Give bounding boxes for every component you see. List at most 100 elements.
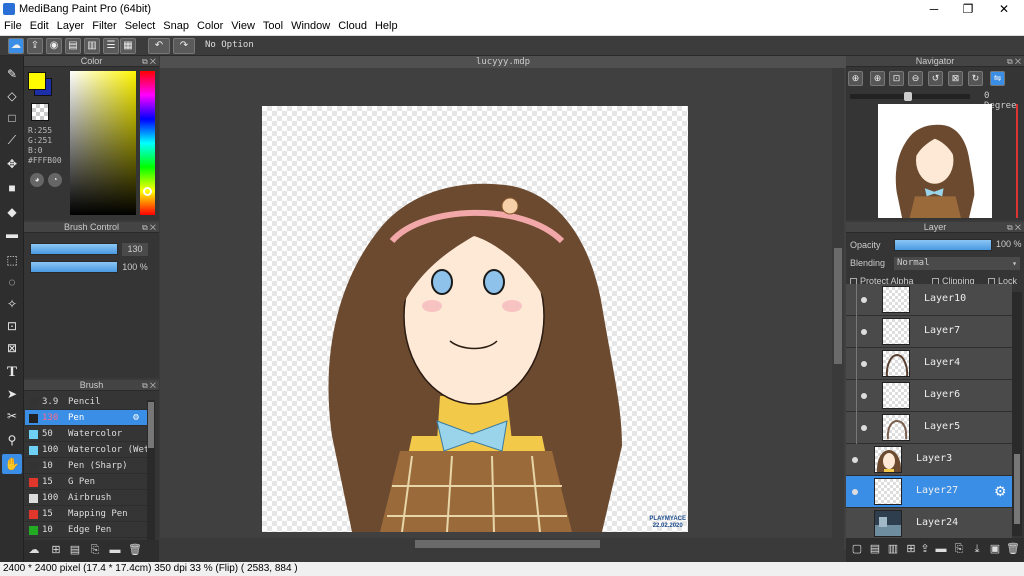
- brush-scroll-thumb[interactable]: [148, 402, 154, 448]
- add-brush-icon[interactable]: ⊞: [49, 543, 63, 557]
- message-icon[interactable]: ▤: [65, 38, 81, 54]
- layer-scroll-thumb[interactable]: [1014, 454, 1020, 524]
- hand-tool-icon[interactable]: ✋: [2, 454, 22, 474]
- duplicate-brush-icon[interactable]: ⎘: [88, 543, 102, 557]
- visibility-eye-icon[interactable]: [852, 457, 858, 463]
- menu-select[interactable]: Select: [121, 18, 160, 34]
- zoom-out-icon[interactable]: ⊖: [908, 71, 923, 86]
- color-palette-icon[interactable]: ◕: [30, 173, 44, 187]
- add-layer-icon[interactable]: ⊞: [904, 542, 918, 557]
- grid-icon[interactable]: ▦: [120, 38, 136, 54]
- close-button[interactable]: ✕: [986, 0, 1022, 18]
- panel-close-icon[interactable]: ⧉ ✕: [142, 222, 156, 233]
- gradient-tool-icon[interactable]: ▬: [2, 224, 22, 244]
- layer-row-layer24[interactable]: Layer24: [846, 508, 1012, 540]
- layer-row-layer6[interactable]: Layer6: [846, 380, 1012, 412]
- transparent-color-swatch[interactable]: [31, 103, 49, 121]
- delete-brush-icon[interactable]: 🗑: [128, 543, 142, 557]
- visibility-eye-icon[interactable]: [861, 329, 867, 335]
- brush-item[interactable]: 3.9 Pencil: [25, 394, 147, 410]
- menu-help[interactable]: Help: [371, 18, 402, 34]
- navigator-preview[interactable]: [878, 104, 992, 218]
- operation-tool-icon[interactable]: ➤: [2, 384, 22, 404]
- brush-item[interactable]: 15 Mapping Pen: [25, 506, 147, 522]
- layer-row-layer27[interactable]: Layer27 ⚙: [846, 476, 1012, 508]
- menu-edit[interactable]: Edit: [26, 18, 53, 34]
- brush-tool-icon[interactable]: ✎: [2, 64, 22, 84]
- menu-cloud[interactable]: Cloud: [334, 18, 371, 34]
- undo-button[interactable]: ↶: [148, 38, 170, 54]
- brush-item[interactable]: 10 Pen (Sharp): [25, 458, 147, 474]
- saturation-value-picker[interactable]: [70, 71, 136, 215]
- blending-mode-select[interactable]: Normal ▾: [894, 257, 1020, 270]
- visibility-eye-icon[interactable]: [861, 425, 867, 431]
- zoom-in-alt-icon[interactable]: ⊕: [870, 71, 885, 86]
- brush-opacity-slider[interactable]: [30, 261, 118, 273]
- hue-slider-knob[interactable]: [143, 187, 152, 196]
- menu-view[interactable]: View: [227, 18, 259, 34]
- layer-properties-icon[interactable]: ▣: [988, 542, 1002, 557]
- fill-shape-tool-icon[interactable]: ■: [2, 178, 22, 198]
- canvas-area[interactable]: PLAYMYACE 22.02.2020: [160, 68, 846, 550]
- divide-tool-icon[interactable]: ✂: [2, 406, 22, 426]
- move-tool-icon[interactable]: ✥: [2, 154, 22, 174]
- layer-settings-gear-icon[interactable]: ⚙: [994, 483, 1007, 500]
- cloud-icon[interactable]: ☁: [8, 38, 24, 54]
- brush-settings-icon[interactable]: ▤: [68, 543, 82, 557]
- comment-icon[interactable]: ◉: [46, 38, 62, 54]
- select-eraser-tool-icon[interactable]: ⊠: [2, 338, 22, 358]
- new-halftone-layer-icon[interactable]: ▤: [868, 542, 882, 557]
- actual-size-icon[interactable]: ⊠: [948, 71, 963, 86]
- layer-row-layer5[interactable]: Layer5: [846, 412, 1012, 444]
- list-icon[interactable]: ☰: [103, 38, 119, 54]
- flip-horizontal-icon[interactable]: ⇋: [990, 71, 1005, 86]
- visibility-eye-icon[interactable]: [861, 361, 867, 367]
- zoom-in-icon[interactable]: ⊕: [848, 71, 863, 86]
- layer-row-layer3[interactable]: Layer3: [846, 444, 1012, 476]
- layer-opacity-slider[interactable]: [894, 239, 992, 251]
- select-tool-icon[interactable]: ⬚: [2, 250, 22, 270]
- menu-layer[interactable]: Layer: [53, 18, 89, 34]
- line-tool-icon[interactable]: ⟋: [2, 130, 22, 150]
- brush-item[interactable]: 100 Airbrush: [25, 490, 147, 506]
- document-tab[interactable]: lucyyy.mdp: [160, 56, 846, 68]
- new-layer-icon[interactable]: ▢: [850, 542, 864, 557]
- brush-item[interactable]: 10 Edge Pen: [25, 522, 147, 538]
- eyedropper-tool-icon[interactable]: ⚲: [2, 430, 22, 450]
- panel-close-icon[interactable]: ⧉ ✕: [1007, 222, 1021, 233]
- duplicate-layer-icon[interactable]: ⎘: [952, 542, 966, 557]
- brush-size-slider[interactable]: [30, 243, 118, 255]
- eraser-tool-icon[interactable]: ◇: [2, 86, 22, 106]
- maximize-button[interactable]: ❐: [950, 0, 986, 18]
- layer-up-icon[interactable]: ⇪: [918, 542, 932, 557]
- foreground-color-swatch[interactable]: [28, 72, 46, 90]
- menu-tool[interactable]: Tool: [259, 18, 287, 34]
- brush-size-value[interactable]: 130: [122, 243, 148, 256]
- visibility-eye-icon[interactable]: [861, 393, 867, 399]
- cloud-brush-icon[interactable]: ☁: [27, 543, 41, 557]
- canvas-vertical-scroll-thumb[interactable]: [834, 248, 842, 364]
- bucket-tool-icon[interactable]: ◆: [2, 202, 22, 222]
- lasso-tool-icon[interactable]: ◌: [2, 272, 22, 292]
- panel-close-icon[interactable]: ⧉ ✕: [142, 380, 156, 391]
- visibility-eye-icon[interactable]: [852, 489, 858, 495]
- brush-item[interactable]: 130 Pen ⚙: [25, 410, 147, 426]
- folder-icon[interactable]: ▬: [108, 543, 122, 557]
- fit-window-icon[interactable]: ⊡: [889, 71, 904, 86]
- menu-color[interactable]: Color: [193, 18, 227, 34]
- rectangle-tool-icon[interactable]: □: [2, 108, 22, 128]
- magic-wand-tool-icon[interactable]: ✧: [2, 294, 22, 314]
- layer-folder-icon[interactable]: ▬: [934, 542, 948, 557]
- select-pen-tool-icon[interactable]: ⊡: [2, 316, 22, 336]
- menu-filter[interactable]: Filter: [88, 18, 120, 34]
- menu-file[interactable]: File: [0, 18, 26, 34]
- text-tool-icon[interactable]: T: [2, 362, 22, 382]
- brush-item[interactable]: 50 Watercolor: [25, 426, 147, 442]
- delete-layer-icon[interactable]: 🗑: [1006, 542, 1020, 557]
- merge-layer-icon[interactable]: ⤓: [970, 542, 984, 557]
- canvas-horizontal-scroll-thumb[interactable]: [415, 540, 600, 548]
- panel-close-icon[interactable]: ⧉ ✕: [142, 56, 156, 67]
- layer-row-layer10[interactable]: Layer10: [846, 284, 1012, 316]
- rotate-left-icon[interactable]: ↺: [928, 71, 943, 86]
- brush-item[interactable]: 15 G Pen: [25, 474, 147, 490]
